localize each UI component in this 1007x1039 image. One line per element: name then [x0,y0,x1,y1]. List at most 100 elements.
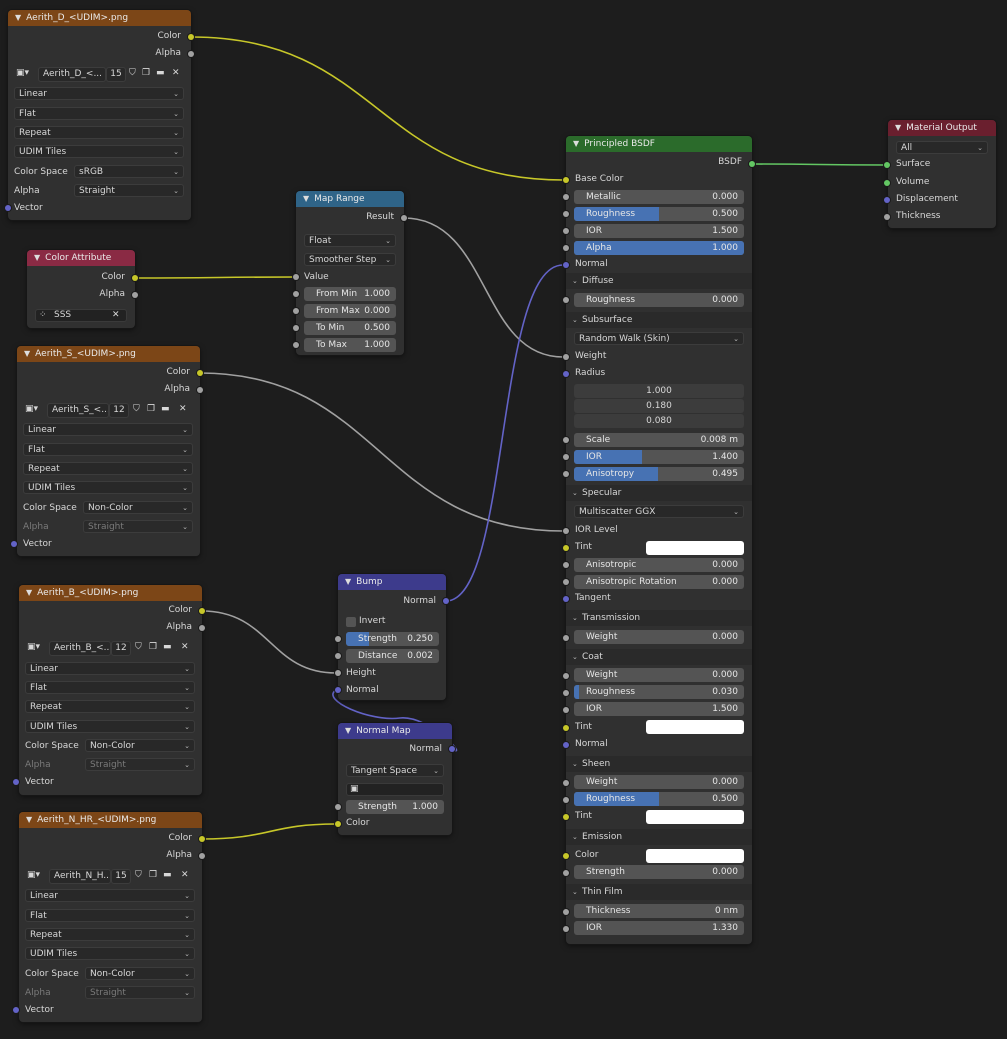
coat-roughness-field[interactable]: Roughness 0.030 [574,685,744,699]
socket-thin-film-ior[interactable] [563,926,569,932]
socket-nm-color[interactable] [335,821,341,827]
node-image-texture-n[interactable]: ▼ Aerith_N_HR_<UDIM>.png Color Alpha ▣▾ A… [19,812,202,1022]
chevron-down-icon[interactable]: ▼ [303,191,309,207]
socket-specular-tint[interactable] [563,545,569,551]
projection-dropdown[interactable]: Flat ⌄ [14,107,184,120]
socket-coat-roughness[interactable] [563,690,569,696]
emission-color-swatch[interactable] [646,849,744,863]
socket-mr-result[interactable] [401,215,407,221]
coat-weight-field[interactable]: Weight 0.000 [574,668,744,682]
anisotropic-rotation-field[interactable]: Anisotropic Rotation 0.000 [574,575,744,589]
interpolation-dropdown[interactable]: Linear ⌄ [25,889,195,902]
fake-user-shield-icon[interactable]: ⛉ [133,404,140,414]
socket-attr-alpha[interactable] [132,292,138,298]
socket-bump-height[interactable] [335,670,341,676]
extension-dropdown[interactable]: Repeat ⌄ [14,126,184,139]
sheen-tint-swatch[interactable] [646,810,744,824]
socket-transmission-weight[interactable] [563,635,569,641]
socket-surface[interactable] [884,162,890,168]
socket-subsurface-ior[interactable] [563,454,569,460]
socket-emission-color[interactable] [563,853,569,859]
chevron-down-icon[interactable]: ▼ [345,574,351,590]
node-header[interactable]: ▼ Aerith_B_<UDIM>.png [19,585,202,601]
socket-sheen-tint[interactable] [563,814,569,820]
extension-dropdown[interactable]: Repeat ⌄ [25,928,195,941]
socket-anisotropic-rotation[interactable] [563,579,569,585]
subsurface-ior-field[interactable]: IOR 1.400 [574,450,744,464]
node-header[interactable]: ▼ Map Range [296,191,404,207]
source-dropdown[interactable]: UDIM Tiles ⌄ [23,481,193,494]
image-name-field[interactable]: Aerith_D_<... [38,67,106,82]
duplicate-icon[interactable]: ❐ [142,68,150,78]
panel-subsurface[interactable]: ⌄ Subsurface [566,312,752,328]
sheen-roughness-field[interactable]: Roughness 0.500 [574,792,744,806]
chevron-down-icon[interactable]: ▼ [24,346,30,362]
uv-map-field[interactable]: ▣ [346,783,444,796]
socket-subsurface-radius[interactable] [563,371,569,377]
extension-dropdown[interactable]: Repeat ⌄ [25,700,195,713]
socket-n-alpha[interactable] [199,853,205,859]
duplicate-icon[interactable]: ❐ [149,642,157,652]
projection-dropdown[interactable]: Flat ⌄ [23,443,193,456]
coat-ior-field[interactable]: IOR 1.500 [574,702,744,716]
radius-y-field[interactable]: 0.180 [574,399,744,413]
socket-coat-normal[interactable] [563,742,569,748]
socket-subsurface-anisotropy[interactable] [563,471,569,477]
socket-mr-from-min[interactable] [293,291,299,297]
node-header[interactable]: ▼ Bump [338,574,446,590]
interpolation-dropdown[interactable]: Linear ⌄ [23,423,193,436]
sheen-weight-field[interactable]: Weight 0.000 [574,775,744,789]
specular-tint-swatch[interactable] [646,541,744,555]
socket-roughness[interactable] [563,211,569,217]
panel-coat[interactable]: ⌄ Coat [566,649,752,665]
strength-field[interactable]: Strength 1.000 [346,800,444,814]
socket-anisotropic[interactable] [563,562,569,568]
socket-coat-weight[interactable] [563,673,569,679]
target-dropdown[interactable]: All ⌄ [896,141,988,154]
space-dropdown[interactable]: Tangent Space ⌄ [346,764,444,777]
data-type-dropdown[interactable]: Float ⌄ [304,234,396,247]
invert-checkbox[interactable] [346,617,356,627]
socket-alpha[interactable] [563,245,569,251]
image-selector[interactable]: ▣▾ Aerith_B_<... 12 ⛉ ❐ ▬ ✕ [25,641,195,656]
socket-thin-film-thickness[interactable] [563,909,569,915]
node-header[interactable]: ▼ Material Output [888,120,996,136]
source-dropdown[interactable]: UDIM Tiles ⌄ [25,947,195,960]
socket-attr-color[interactable] [132,275,138,281]
node-map-range[interactable]: ▼ Map Range Result Float ⌄ Smoother Step ⌄ … [296,191,404,355]
socket-subsurface-weight[interactable] [563,354,569,360]
open-folder-icon[interactable]: ▬ [156,68,165,78]
socket-normal[interactable] [563,262,569,268]
interpolation-dropdown[interactable]: Linear ⌄ [25,662,195,675]
node-header[interactable]: ▼ Principled BSDF [566,136,752,152]
to-min-field[interactable]: To Min 0.500 [304,321,396,335]
attribute-name-field[interactable]: ⁘ SSS ✕ [35,309,127,322]
socket-s-color[interactable] [197,370,203,376]
open-folder-icon[interactable]: ▬ [161,404,170,414]
node-header[interactable]: ▼ Aerith_N_HR_<UDIM>.png [19,812,202,828]
to-max-field[interactable]: To Max 1.000 [304,338,396,352]
emission-strength-field[interactable]: Strength 0.000 [574,865,744,879]
duplicate-icon[interactable]: ❐ [147,404,155,414]
chevron-down-icon[interactable]: ▼ [34,250,40,266]
close-icon[interactable]: ✕ [181,870,189,880]
roughness-field[interactable]: Roughness 0.500 [574,207,744,221]
socket-s-alpha[interactable] [197,387,203,393]
projection-dropdown[interactable]: Flat ⌄ [25,909,195,922]
diffuse-roughness-field[interactable]: Roughness 0.000 [574,293,744,307]
chevron-down-icon[interactable]: ▼ [345,723,351,739]
socket-tangent[interactable] [563,596,569,602]
panel-sheen[interactable]: ⌄ Sheen [566,756,752,772]
strength-field[interactable]: Strength 0.250 [346,632,439,646]
node-image-texture-b[interactable]: ▼ Aerith_B_<UDIM>.png Color Alpha ▣▾ Aeri… [19,585,202,795]
source-dropdown[interactable]: UDIM Tiles ⌄ [14,145,184,158]
image-browse-icon[interactable]: ▣▾ [27,870,40,880]
node-normal-map[interactable]: ▼ Normal Map Normal Tangent Space ⌄ ▣ Stre… [338,723,452,835]
chevron-down-icon[interactable]: ▼ [895,120,901,136]
node-header[interactable]: ▼ Aerith_D_<UDIM>.png [8,10,191,26]
node-header[interactable]: ▼ Normal Map [338,723,452,739]
socket-mr-value[interactable] [293,274,299,280]
node-image-texture-s[interactable]: ▼ Aerith_S_<UDIM>.png Color Alpha ▣▾ Aeri… [17,346,200,556]
chevron-down-icon[interactable]: ▼ [26,585,32,601]
fake-user-shield-icon[interactable]: ⛉ [129,68,136,78]
